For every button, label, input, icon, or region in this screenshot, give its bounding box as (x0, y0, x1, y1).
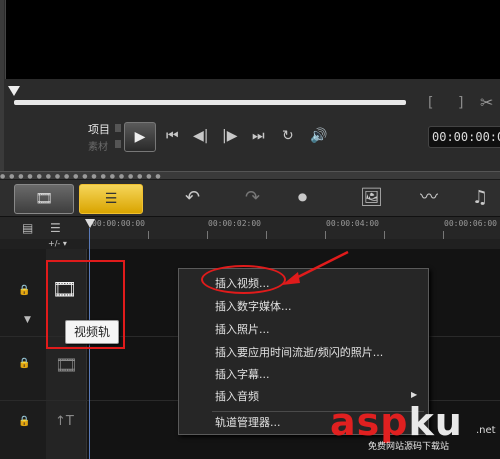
lock-icon[interactable]: 🔒 (18, 416, 30, 427)
menu-item-insert-timelapse-photo[interactable]: 插入要应用时间流逝/频闪的照片... (215, 344, 383, 360)
menu-item-insert-photo[interactable]: 插入照片... (215, 321, 270, 337)
watermark-logo: aspku (330, 400, 463, 444)
ruler-timecode: 00:00:00:00 (92, 219, 145, 228)
ruler-tick (443, 231, 444, 239)
submenu-arrow-icon: ▶ (411, 390, 418, 399)
timecode-display[interactable]: 00:00:00:00 (428, 126, 500, 148)
menu-item-insert-audio[interactable]: 插入音频 (215, 388, 259, 404)
track-options-button[interactable]: +/- ▾ (48, 239, 67, 248)
timeline-icon: ☰ (104, 191, 118, 207)
timeline-view-button[interactable]: ☰ (79, 184, 143, 214)
overlay-track-icon[interactable]: 🎞 (55, 355, 78, 376)
mark-out-button[interactable]: ] (458, 95, 463, 111)
ruler-tick (325, 231, 326, 239)
ruler-timecode: 00:00:06:00 (444, 219, 497, 228)
ruler-tick (148, 231, 149, 239)
snapshot-icon[interactable]: 🖼 (360, 187, 383, 209)
scrub-handle[interactable] (8, 86, 20, 96)
ruler-tick (384, 231, 385, 239)
preview-border (0, 0, 4, 178)
play-button[interactable]: ▶ (124, 122, 156, 152)
ruler-tick (266, 231, 267, 239)
scissors-icon[interactable]: ✂ (480, 93, 493, 112)
track-header-column (0, 249, 46, 459)
next-frame-icon[interactable]: |▶ (222, 127, 237, 145)
ruler-timecode: 00:00:02:00 (208, 219, 261, 228)
repeat-icon[interactable]: ↻ (282, 127, 294, 145)
mode-switch-top[interactable] (115, 124, 121, 132)
menu-item-insert-title[interactable]: 插入字幕... (215, 366, 270, 382)
ruler-options-bar (0, 239, 500, 249)
previous-frame-icon[interactable]: ◀| (193, 127, 208, 145)
storyboard-view-button[interactable]: 🎞 (14, 184, 74, 214)
lock-icon[interactable]: 🔒 (18, 285, 30, 296)
title-track-icon[interactable]: ↑T (55, 414, 74, 429)
auto-music-icon[interactable]: ♫ (472, 187, 488, 209)
watermark-subtitle: 免费网站源码下载站 (368, 442, 450, 452)
undo-icon[interactable]: ↶ (185, 187, 200, 209)
playhead-marker[interactable] (85, 219, 95, 228)
annotation-arrow-icon (282, 250, 349, 285)
mode-switch-bottom[interactable] (115, 140, 121, 148)
watermark-net: .net (476, 425, 496, 436)
mode-project-label[interactable]: 项目 (88, 121, 110, 137)
volume-icon[interactable]: 🔊 (310, 127, 327, 145)
track-list-icon[interactable]: ☰ (50, 221, 61, 235)
mark-in-button[interactable]: [ (428, 95, 433, 111)
audio-mixer-icon[interactable]: 〰 (420, 187, 438, 209)
mode-clip-label[interactable]: 素材 (88, 138, 108, 153)
menu-item-track-manager[interactable]: 轨道管理器... (215, 414, 281, 430)
grip-dots: ● ● ● ● ● ● ● ● ● ● ● ● ● ● ● ● ● ● (0, 173, 162, 180)
menu-item-insert-digital-media[interactable]: 插入数字媒体... (215, 298, 292, 314)
lock-icon[interactable]: 🔒 (18, 358, 30, 369)
record-capture-icon[interactable]: ⏺ (298, 187, 307, 209)
scrub-bar[interactable] (14, 100, 406, 105)
go-to-end-icon[interactable]: ⏭ (252, 127, 265, 145)
filmstrip-icon: 🎞 (35, 191, 53, 207)
preview-screen (5, 0, 500, 79)
ruler-tick (207, 231, 208, 239)
video-track-tooltip: 视频轨 (65, 320, 119, 344)
ruler-timecode: 00:00:04:00 (326, 219, 379, 228)
redo-icon[interactable]: ↷ (245, 187, 260, 209)
track-view-icon[interactable]: ▤ (22, 221, 33, 235)
collapse-arrow-icon[interactable]: ▼ (24, 315, 31, 325)
go-to-start-icon[interactable]: ⏮ (166, 127, 179, 145)
